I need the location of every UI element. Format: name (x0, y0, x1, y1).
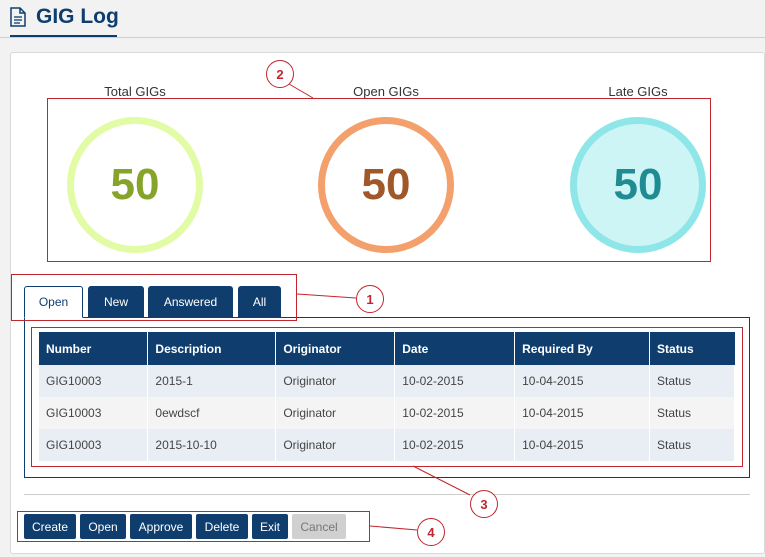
annotation-box-actions (17, 511, 370, 542)
page-header: GIG Log (0, 0, 765, 40)
annotation-box-stats (47, 98, 711, 262)
annotation-marker-4: 4 (417, 518, 445, 546)
document-icon (10, 7, 26, 27)
late-gigs-label: Late GIGs (608, 84, 668, 99)
total-gigs-label: Total GIGs (104, 84, 166, 99)
open-gigs-label: Open GIGs (353, 84, 419, 99)
section-divider (24, 494, 750, 495)
annotation-marker-1: 1 (356, 285, 384, 313)
page-title: GIG Log (36, 5, 119, 28)
annotation-marker-3: 3 (470, 490, 498, 518)
tab-open[interactable]: Open (24, 286, 83, 318)
header-divider (0, 37, 765, 38)
annotation-marker-2: 2 (266, 60, 294, 88)
annotation-box-table (31, 327, 743, 467)
